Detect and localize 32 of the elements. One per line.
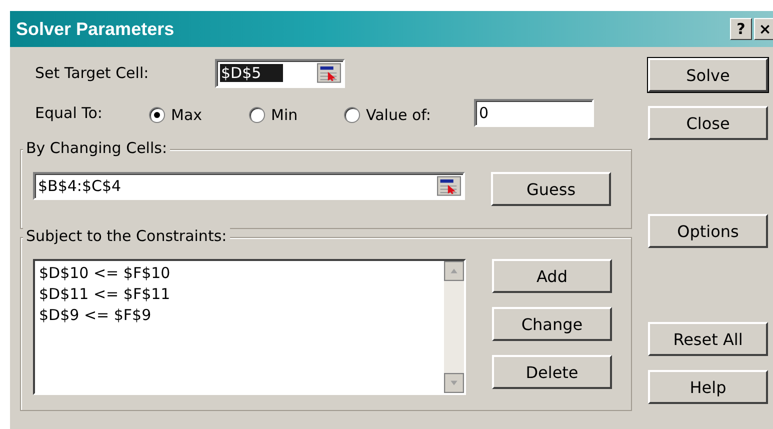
help-button[interactable]: ?	[730, 18, 752, 40]
group-title: By Changing Cells:	[23, 139, 170, 157]
list-item[interactable]: $D$9 <= $F$9	[39, 305, 440, 326]
changing-cells-field[interactable]: $B$4:$C$4	[33, 172, 465, 200]
dialog-button[interactable]: Help	[648, 370, 768, 404]
constraint-button[interactable]: Change	[492, 307, 612, 341]
constraint-button[interactable]: Add	[492, 259, 612, 293]
dialog-button[interactable]: Options	[648, 214, 768, 248]
group-title: Subject to the Constraints:	[23, 227, 230, 245]
cell-picker-icon[interactable]	[437, 176, 461, 196]
close-button[interactable]: ×	[754, 18, 773, 40]
scroll-down-icon[interactable]	[444, 373, 464, 393]
field-label: Set Target Cell:	[35, 64, 150, 82]
target-cell-field[interactable]: $D$5	[215, 58, 345, 88]
scroll-up-icon[interactable]	[444, 261, 464, 281]
radio-option[interactable]: Max	[149, 106, 249, 124]
radio-option[interactable]: Value of:	[344, 106, 474, 124]
constraint-button[interactable]: Delete	[492, 355, 612, 389]
radio-option[interactable]: Min	[249, 106, 344, 124]
field-label: Equal To:	[35, 104, 104, 122]
cell-picker-icon[interactable]	[317, 63, 341, 83]
dialog-button[interactable]: Close	[648, 106, 768, 140]
field-value: $D$5	[220, 64, 284, 82]
list-item[interactable]: $D$10 <= $F$10	[39, 263, 440, 284]
scrollbar[interactable]	[444, 261, 464, 393]
window-title: Solver Parameters	[16, 18, 174, 40]
list-item[interactable]: $D$11 <= $F$11	[39, 284, 440, 305]
value-field[interactable]: 0	[474, 99, 594, 127]
dialog-button[interactable]: Solve	[648, 58, 768, 92]
constraints-list[interactable]: $D$10 <= $F$10 $D$11 <= $F$11 $D$9 <= $F$9	[33, 259, 466, 395]
dialog-button[interactable]: Reset All	[648, 322, 768, 356]
guess-button[interactable]: Guess	[491, 172, 611, 206]
